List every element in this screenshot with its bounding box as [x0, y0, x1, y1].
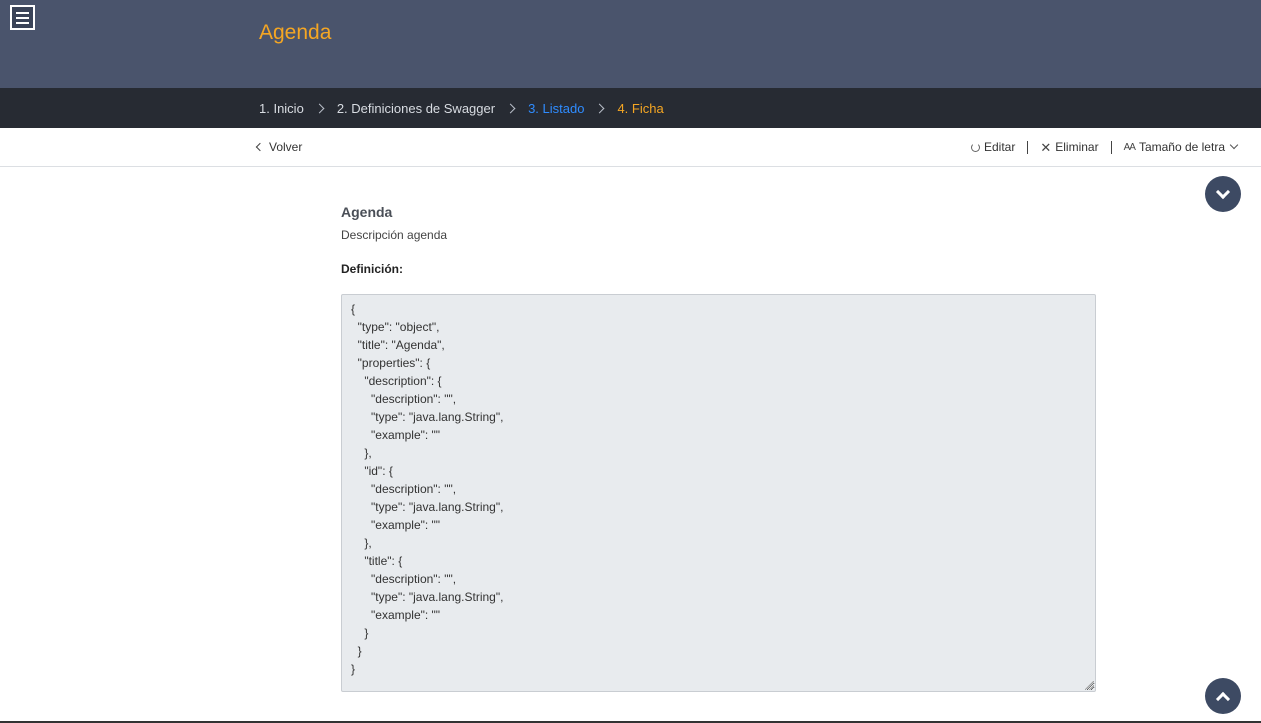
chevron-right-icon — [595, 103, 605, 113]
resize-handle-icon[interactable] — [1085, 681, 1094, 690]
scroll-down-button[interactable] — [1205, 176, 1241, 212]
back-button[interactable]: Volver — [255, 128, 302, 166]
font-size-label: Tamaño de letra — [1138, 140, 1225, 154]
breadcrumb-item-definiciones[interactable]: 2. Definiciones de Swagger — [337, 101, 495, 116]
font-size-dropdown[interactable]: AA Tamaño de letra — [1123, 140, 1239, 154]
refresh-icon — [970, 142, 980, 152]
definition-textarea[interactable]: { "type": "object", "title": "Agenda", "… — [341, 294, 1096, 692]
font-size-icon: AA — [1123, 141, 1136, 153]
edit-label: Editar — [983, 140, 1016, 154]
record-description: Descripción agenda — [341, 228, 448, 242]
breadcrumb-item-ficha: 4. Ficha — [617, 100, 664, 116]
chevron-down-icon — [1215, 184, 1231, 199]
action-toolbar: Volver Editar ✕ Eliminar AA Tamaño de le… — [0, 128, 1261, 167]
chevron-left-icon — [255, 142, 265, 152]
hamburger-icon-line — [16, 16, 29, 19]
chevron-up-icon — [1215, 691, 1231, 706]
definition-label: Definición: — [341, 262, 403, 276]
toolbar-actions: Editar ✕ Eliminar AA Tamaño de letra — [970, 128, 1239, 166]
delete-label: Eliminar — [1055, 140, 1099, 154]
record-title: Agenda — [341, 204, 393, 220]
chevron-right-icon — [505, 103, 516, 113]
hamburger-icon — [16, 11, 29, 14]
chevron-down-icon — [1229, 140, 1239, 150]
breadcrumb: 1. Inicio 2. Definiciones de Swagger 3. … — [259, 88, 664, 128]
breadcrumb-item-inicio[interactable]: 1. Inicio — [259, 101, 304, 116]
breadcrumb-item-listado[interactable]: 3. Listado — [528, 101, 584, 116]
breadcrumb-bar: 1. Inicio 2. Definiciones de Swagger 3. … — [0, 88, 1261, 128]
toolbar-divider — [1027, 140, 1029, 154]
menu-button[interactable] — [10, 5, 35, 30]
edit-button[interactable]: Editar — [970, 140, 1016, 154]
chevron-right-icon — [314, 103, 325, 113]
hamburger-icon-line — [16, 21, 29, 24]
back-label: Volver — [269, 140, 303, 154]
app-header: Agenda — [0, 0, 1261, 88]
close-icon: ✕ — [1040, 139, 1052, 155]
delete-button[interactable]: ✕ Eliminar — [1040, 140, 1098, 154]
scroll-up-button[interactable] — [1205, 678, 1241, 714]
toolbar-divider — [1110, 140, 1112, 154]
page-title: Agenda — [259, 21, 332, 44]
